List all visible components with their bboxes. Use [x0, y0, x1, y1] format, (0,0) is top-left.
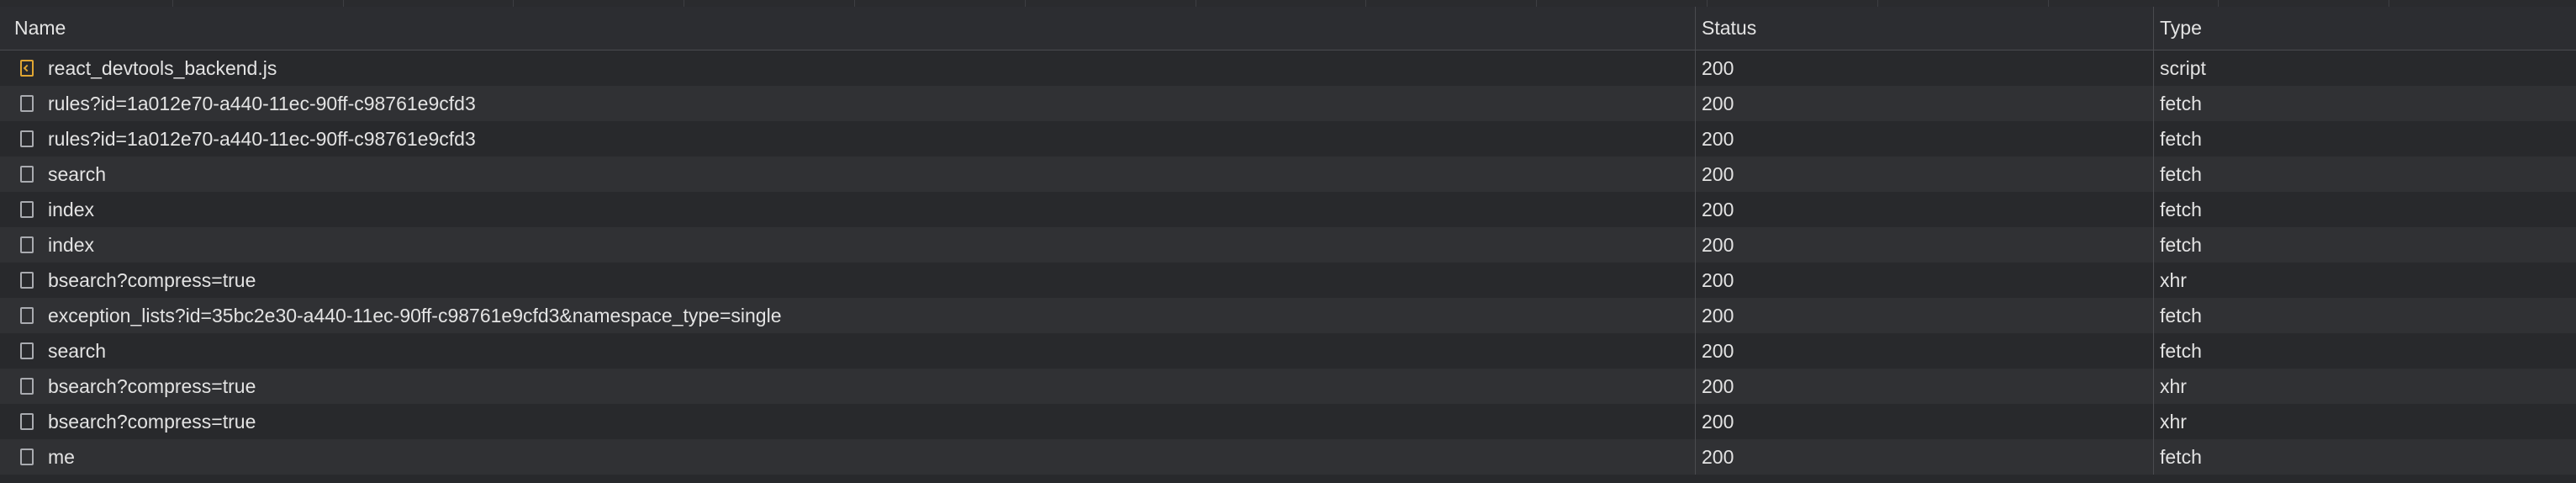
request-name: bsearch?compress=true — [48, 374, 256, 397]
document-icon — [20, 272, 34, 289]
column-header-status[interactable]: Status — [1696, 7, 2154, 50]
request-name-cell[interactable]: bsearch?compress=true — [0, 404, 1696, 439]
timeline-divider — [854, 0, 855, 7]
table-row[interactable]: search 200 fetch — [0, 157, 2576, 192]
request-type: fetch — [2160, 304, 2202, 326]
document-icon — [20, 236, 34, 253]
request-type: fetch — [2160, 127, 2202, 150]
request-name-cell[interactable]: index — [0, 227, 1696, 263]
document-icon — [20, 413, 34, 430]
request-type: fetch — [2160, 339, 2202, 362]
request-name-cell[interactable]: index — [0, 192, 1696, 227]
request-status: 200 — [1696, 192, 2154, 227]
timeline-divider — [2218, 0, 2219, 7]
request-name: index — [48, 233, 94, 256]
request-name: search — [48, 162, 107, 185]
column-header-name[interactable]: Name — [0, 7, 1696, 50]
request-name-cell[interactable]: rules?id=1a012e70-a440-11ec-90ff-c98761e… — [0, 121, 1696, 157]
table-header: Name Status Type — [0, 7, 2576, 50]
request-name: me — [48, 445, 75, 468]
table-row[interactable]: rules?id=1a012e70-a440-11ec-90ff-c98761e… — [0, 121, 2576, 157]
table-row[interactable]: bsearch?compress=true 200 xhr — [0, 404, 2576, 439]
request-name: exception_lists?id=35bc2e30-a440-11ec-90… — [48, 304, 782, 326]
request-type: script — [2160, 56, 2206, 79]
table-row[interactable]: bsearch?compress=true 200 xhr — [0, 369, 2576, 404]
document-icon — [20, 166, 34, 183]
request-name-cell[interactable]: me — [0, 439, 1696, 475]
request-type: fetch — [2160, 233, 2202, 256]
request-status: 200 — [1696, 50, 2154, 86]
request-status: 200 — [1696, 157, 2154, 192]
request-rows: react_devtools_backend.js 200 script rules?… — [0, 50, 2576, 475]
document-icon — [20, 130, 34, 147]
document-icon — [20, 342, 34, 359]
network-request-panel: Name Status Type react_devtools_backend.… — [0, 0, 2576, 483]
request-name-cell[interactable]: search — [0, 157, 1696, 192]
timeline-divider — [1365, 0, 1366, 7]
document-icon — [20, 95, 34, 112]
table-row[interactable]: bsearch?compress=true 200 xhr — [0, 263, 2576, 298]
request-type: xhr — [2160, 374, 2187, 397]
request-name: rules?id=1a012e70-a440-11ec-90ff-c98761e… — [48, 127, 476, 150]
request-type: xhr — [2160, 410, 2187, 433]
table-row[interactable]: react_devtools_backend.js 200 script — [0, 50, 2576, 86]
table-row[interactable]: search 200 fetch — [0, 333, 2576, 369]
request-type: fetch — [2160, 198, 2202, 220]
timeline-divider — [343, 0, 344, 7]
script-file-icon — [20, 60, 34, 77]
timeline-divider — [1536, 0, 1537, 7]
table-row[interactable]: exception_lists?id=35bc2e30-a440-11ec-90… — [0, 298, 2576, 333]
request-status: 200 — [1696, 227, 2154, 263]
request-status: 200 — [1696, 263, 2154, 298]
request-status: 200 — [1696, 439, 2154, 475]
request-status: 200 — [1696, 333, 2154, 369]
request-name-cell[interactable]: search — [0, 333, 1696, 369]
request-name-cell[interactable]: bsearch?compress=true — [0, 263, 1696, 298]
request-type: fetch — [2160, 162, 2202, 185]
timeline-divider — [1877, 0, 1878, 7]
document-icon — [20, 448, 34, 465]
request-status: 200 — [1696, 121, 2154, 157]
request-status: 200 — [1696, 86, 2154, 121]
document-icon — [20, 378, 34, 395]
request-name-cell[interactable]: rules?id=1a012e70-a440-11ec-90ff-c98761e… — [0, 86, 1696, 121]
request-status: 200 — [1696, 298, 2154, 333]
request-type: xhr — [2160, 268, 2187, 291]
request-name: react_devtools_backend.js — [48, 56, 277, 79]
table-row[interactable]: rules?id=1a012e70-a440-11ec-90ff-c98761e… — [0, 86, 2576, 121]
timeline-divider — [2048, 0, 2049, 7]
timeline-divider — [513, 0, 514, 7]
request-name: bsearch?compress=true — [48, 268, 256, 291]
table-row[interactable]: me 200 fetch — [0, 439, 2576, 475]
request-name: rules?id=1a012e70-a440-11ec-90ff-c98761e… — [48, 92, 476, 114]
request-name: index — [48, 198, 94, 220]
column-header-type[interactable]: Type — [2154, 7, 2576, 50]
timeline-divider — [1025, 0, 1026, 7]
request-status: 200 — [1696, 369, 2154, 404]
table-row[interactable]: index 200 fetch — [0, 192, 2576, 227]
timeline-divider — [172, 0, 173, 7]
request-type: fetch — [2160, 445, 2202, 468]
request-table: Name Status Type react_devtools_backend.… — [0, 7, 2576, 475]
request-name-cell[interactable]: exception_lists?id=35bc2e30-a440-11ec-90… — [0, 298, 1696, 333]
request-name-cell[interactable]: react_devtools_backend.js — [0, 50, 1696, 86]
table-row[interactable]: index 200 fetch — [0, 227, 2576, 263]
request-status: 200 — [1696, 404, 2154, 439]
timeline-divider — [1707, 0, 1708, 7]
request-name: search — [48, 339, 107, 362]
request-type: fetch — [2160, 92, 2202, 114]
request-name-cell[interactable]: bsearch?compress=true — [0, 369, 1696, 404]
request-name: bsearch?compress=true — [48, 410, 256, 433]
document-icon — [20, 307, 34, 324]
document-icon — [20, 201, 34, 218]
